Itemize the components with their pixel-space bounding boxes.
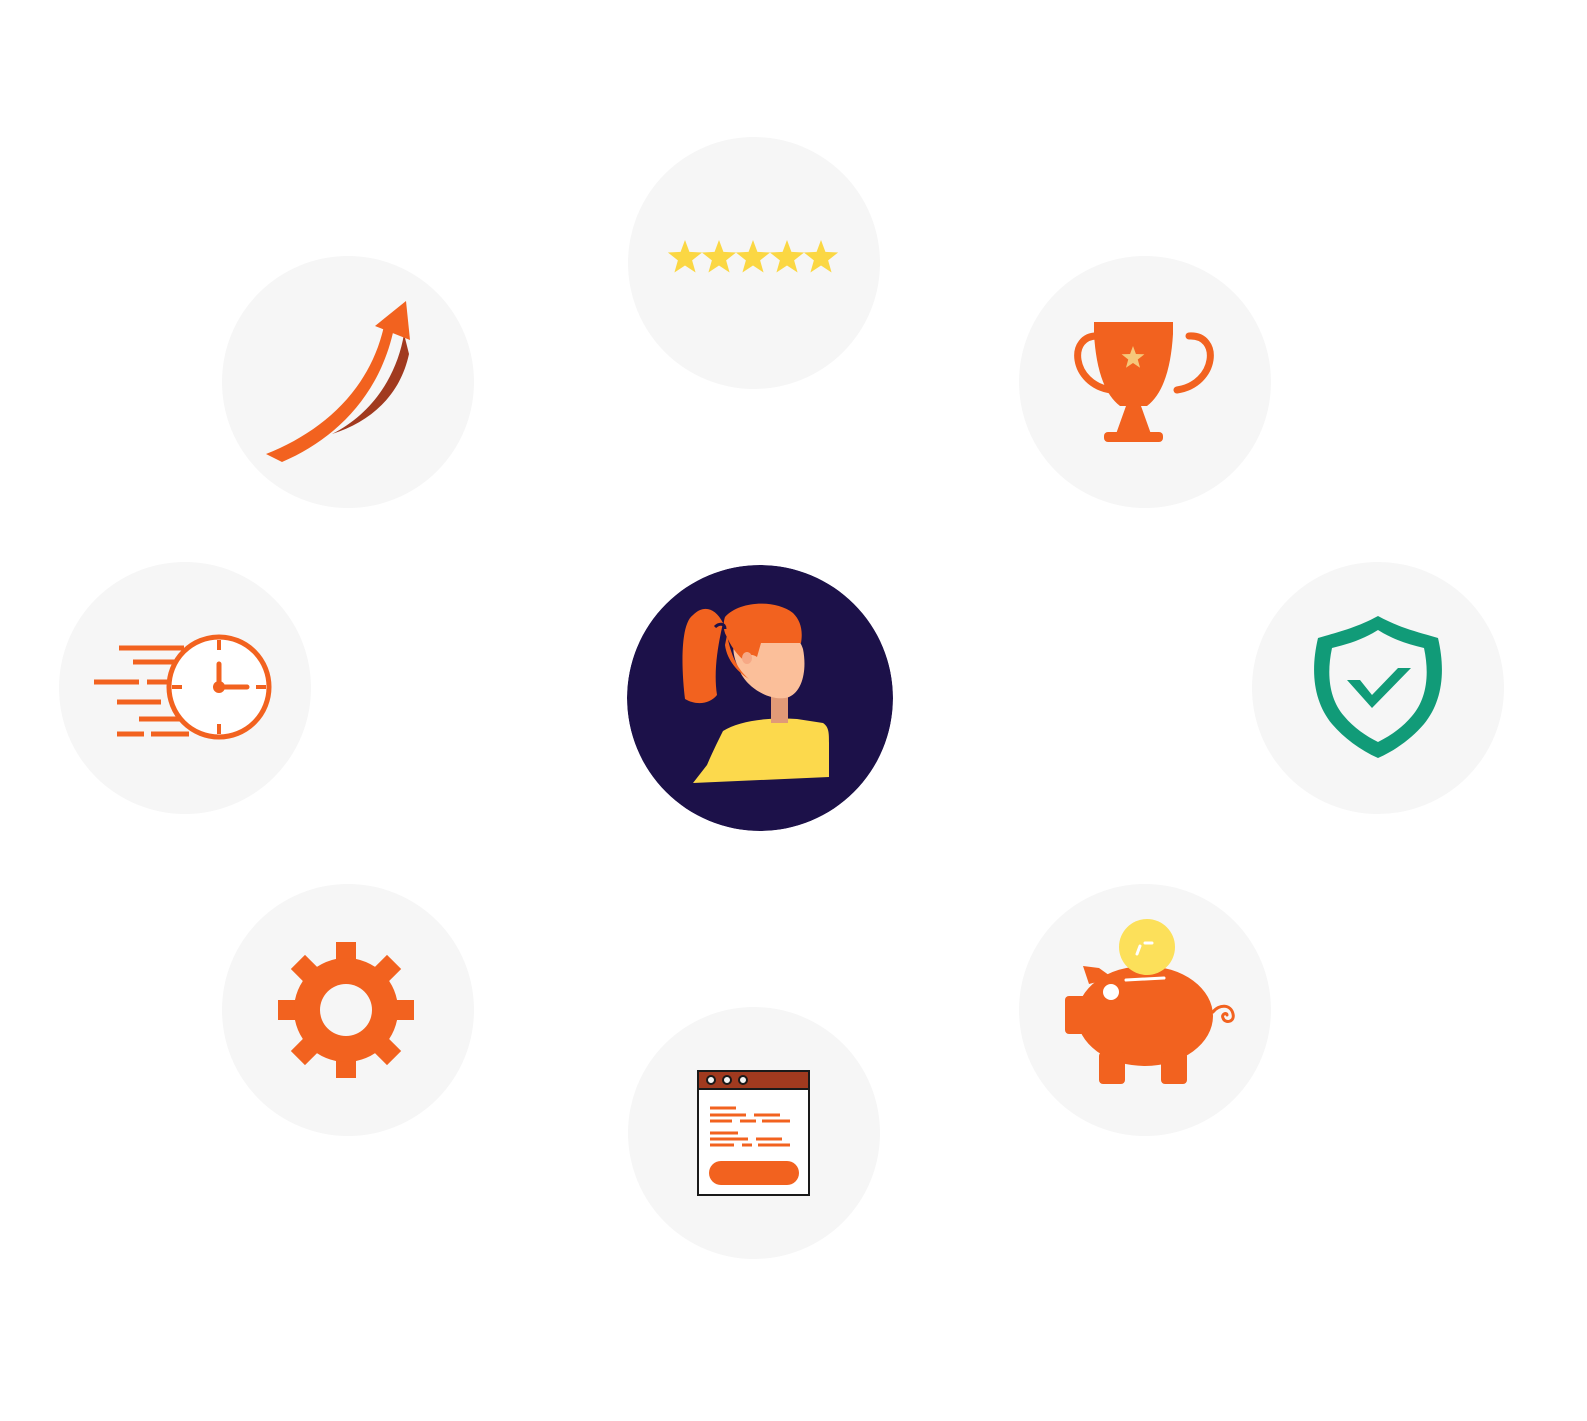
settings-bubble bbox=[222, 884, 474, 1136]
piggy-bank-icon bbox=[1065, 919, 1235, 1084]
growth-arrow-icon bbox=[266, 301, 410, 462]
savings-bubble bbox=[1019, 884, 1271, 1136]
growth-bubble bbox=[222, 256, 474, 508]
star-icon bbox=[769, 240, 805, 273]
web-form-icon bbox=[697, 1070, 810, 1196]
rating-bubble bbox=[628, 137, 880, 389]
five-star-rating-icon bbox=[667, 240, 839, 273]
woman-avatar-icon bbox=[627, 565, 893, 831]
fast-clock-icon bbox=[94, 634, 272, 740]
trophy-bubble bbox=[1019, 256, 1271, 508]
star-icon bbox=[701, 240, 737, 273]
web-form-bubble bbox=[628, 1007, 880, 1259]
star-icon bbox=[667, 240, 703, 273]
benefits-illustration bbox=[0, 0, 1587, 1421]
gear-icon bbox=[278, 942, 414, 1078]
woman-avatar bbox=[627, 565, 893, 831]
shield-check-icon bbox=[1314, 616, 1442, 758]
trophy-icon bbox=[1074, 322, 1214, 442]
star-icon bbox=[735, 240, 771, 273]
star-icon bbox=[803, 240, 839, 273]
security-bubble bbox=[1252, 562, 1504, 814]
speed-bubble bbox=[59, 562, 311, 814]
